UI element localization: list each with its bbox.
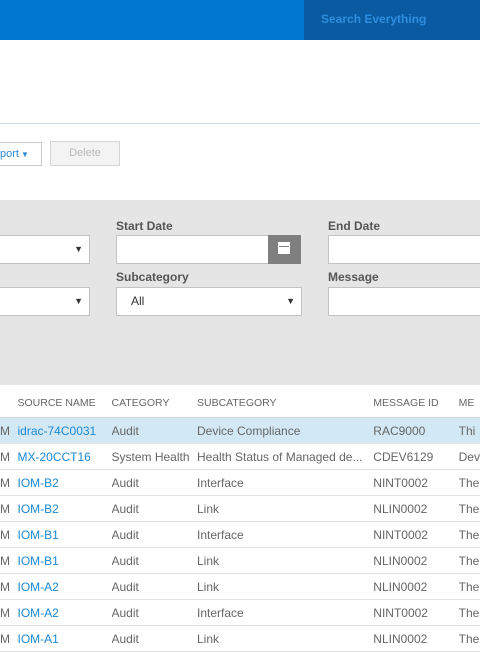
- table-cell: Audit: [111, 417, 197, 444]
- table-cell: The: [458, 599, 480, 626]
- table-cell: Device Compliance: [197, 417, 374, 444]
- calendar-button[interactable]: [268, 235, 301, 264]
- table-row[interactable]: M IOM-B2 Audit Interface NINT0002 The: [0, 469, 480, 496]
- column-header-message-id[interactable]: MESSAGE ID: [373, 389, 459, 418]
- table-cell: M: [0, 443, 18, 470]
- end-date-input[interactable]: [328, 235, 480, 264]
- table-cell: The: [458, 547, 480, 574]
- subcategory-value: All: [131, 294, 145, 308]
- table-row[interactable]: M idrac-74C0031 Audit Device Compliance …: [0, 417, 480, 444]
- table-row[interactable]: M IOM-B2 Audit Link NLIN0002 The: [0, 495, 480, 522]
- table-cell: M: [0, 495, 18, 522]
- table-cell: Interface: [197, 469, 374, 496]
- table-cell: NLIN0002: [373, 547, 459, 574]
- start-date-label: Start Date: [116, 219, 173, 233]
- table-cell: M: [0, 625, 18, 652]
- column-header-category[interactable]: CATEGORY: [111, 389, 197, 418]
- table-row[interactable]: M IOM-A2 Audit Interface NINT0002 The: [0, 599, 480, 626]
- table-row[interactable]: M IOM-A1 Audit Link NLIN0002 The: [0, 625, 480, 652]
- divider: [0, 123, 480, 124]
- table-cell: CDEV6129: [373, 443, 459, 470]
- table-cell: NLIN0002: [373, 625, 459, 652]
- table-cell: Audit: [111, 469, 197, 496]
- chevron-down-icon: ▼: [20, 150, 29, 159]
- filter-select-1[interactable]: ▼: [0, 235, 90, 264]
- table-cell: Link: [197, 547, 374, 574]
- table-cell: Dev: [458, 443, 480, 470]
- table-cell: The: [458, 625, 480, 652]
- chevron-down-icon: ▼: [74, 296, 83, 306]
- table-cell: Interface: [197, 599, 374, 626]
- table-cell: Audit: [111, 547, 197, 574]
- table-row[interactable]: M IOM-A2 Audit Link NLIN0002 The: [0, 573, 480, 600]
- column-header[interactable]: [0, 389, 18, 418]
- table-cell: System Health: [111, 443, 197, 470]
- column-header-source-name[interactable]: SOURCE NAME: [17, 389, 112, 418]
- table-cell: M: [0, 469, 18, 496]
- table-cell: RAC9000: [373, 417, 459, 444]
- subcategory-select[interactable]: All ▼: [116, 287, 302, 316]
- source-name-link[interactable]: IOM-B2: [17, 469, 112, 496]
- source-name-link[interactable]: IOM-B1: [17, 521, 112, 548]
- table-cell: Health Status of Managed de...: [197, 443, 374, 470]
- table-cell: Link: [197, 573, 374, 600]
- table-cell: The: [458, 573, 480, 600]
- table-row[interactable]: M IOM-B1 Audit Link NLIN0002 The: [0, 547, 480, 574]
- column-header-message[interactable]: ME: [458, 389, 480, 418]
- start-date-input[interactable]: [116, 235, 269, 264]
- table-cell: M: [0, 547, 18, 574]
- table-cell: Audit: [111, 625, 197, 652]
- table-cell: NINT0002: [373, 521, 459, 548]
- table-cell: NINT0002: [373, 469, 459, 496]
- table-cell: The: [458, 521, 480, 548]
- message-input[interactable]: [328, 287, 480, 316]
- table-cell: NLIN0002: [373, 495, 459, 522]
- source-name-link[interactable]: IOM-B2: [17, 495, 112, 522]
- source-name-link[interactable]: IOM-A1: [17, 625, 112, 652]
- chevron-down-icon: ▼: [286, 296, 295, 306]
- delete-button[interactable]: Delete: [50, 141, 120, 166]
- chevron-down-icon: ▼: [74, 244, 83, 254]
- table-header-row: SOURCE NAME CATEGORY SUBCATEGORY MESSAGE…: [0, 389, 480, 418]
- search-everything-input[interactable]: Search Everything: [304, 0, 480, 40]
- message-label: Message: [328, 270, 379, 284]
- table-cell: M: [0, 599, 18, 626]
- table-cell: M: [0, 521, 18, 548]
- export-label: port: [0, 148, 19, 160]
- source-name-link[interactable]: idrac-74C0031: [17, 417, 112, 444]
- table-cell: M: [0, 573, 18, 600]
- calendar-icon: [278, 242, 290, 254]
- filter-select-2[interactable]: ▼: [0, 287, 90, 316]
- end-date-label: End Date: [328, 219, 381, 233]
- source-name-link[interactable]: IOM-B1: [17, 547, 112, 574]
- column-header-subcategory[interactable]: SUBCATEGORY: [197, 389, 374, 418]
- table-cell: Thi: [458, 417, 480, 444]
- source-name-link[interactable]: MX-20CCT16: [17, 443, 112, 470]
- table-cell: Link: [197, 625, 374, 652]
- export-button[interactable]: port ▼: [0, 142, 42, 166]
- table-cell: Audit: [111, 495, 197, 522]
- table-cell: NLIN0002: [373, 573, 459, 600]
- table-cell: Link: [197, 495, 374, 522]
- table-cell: Audit: [111, 521, 197, 548]
- table-cell: Interface: [197, 521, 374, 548]
- table-cell: NINT0002: [373, 599, 459, 626]
- table-cell: The: [458, 495, 480, 522]
- table-cell: Audit: [111, 573, 197, 600]
- table-row[interactable]: M MX-20CCT16 System Health Health Status…: [0, 443, 480, 470]
- table-cell: M: [0, 417, 18, 444]
- source-name-link[interactable]: IOM-A2: [17, 573, 112, 600]
- table-cell: Audit: [111, 599, 197, 626]
- table-cell: The: [458, 469, 480, 496]
- alerts-table: SOURCE NAME CATEGORY SUBCATEGORY MESSAGE…: [0, 389, 480, 652]
- source-name-link[interactable]: IOM-A2: [17, 599, 112, 626]
- table-row[interactable]: M IOM-B1 Audit Interface NINT0002 The: [0, 521, 480, 548]
- subcategory-label: Subcategory: [116, 270, 189, 284]
